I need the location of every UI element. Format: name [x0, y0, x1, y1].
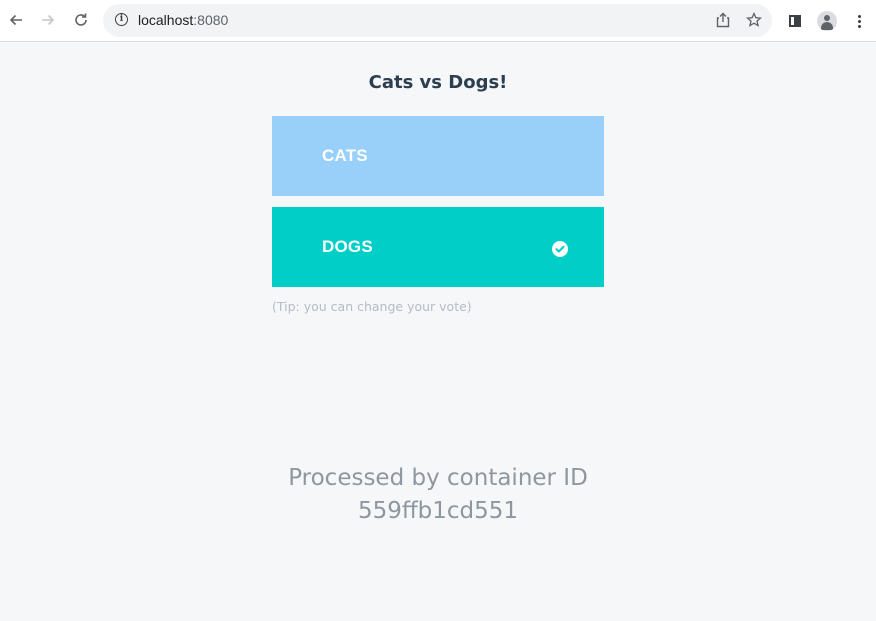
- reload-icon: [75, 13, 87, 26]
- kebab-menu-icon[interactable]: [848, 10, 870, 32]
- forward-button[interactable]: [37, 9, 59, 31]
- vote-cats-button[interactable]: CATS: [272, 116, 604, 196]
- check-circle-icon: [552, 241, 568, 257]
- avatar-icon[interactable]: [816, 10, 838, 32]
- container-id: 559ffb1cd551: [357, 498, 519, 524]
- vote-cats-label: CATS: [322, 146, 368, 165]
- container-info: Processed by container ID 559ffb1cd551: [0, 462, 876, 528]
- address-bar[interactable]: i localhost:8080: [103, 4, 772, 37]
- share-icon[interactable]: [713, 10, 733, 30]
- container-label: Processed by container ID: [288, 465, 588, 491]
- vote-dogs-label: DOGS: [322, 237, 373, 256]
- url-text[interactable]: localhost:8080: [138, 12, 228, 28]
- vote-tip: (Tip: you can change your vote): [272, 299, 472, 314]
- star-icon[interactable]: [744, 10, 764, 30]
- back-button[interactable]: [5, 9, 27, 31]
- vote-dogs-button[interactable]: DOGS: [272, 207, 604, 287]
- arrow-left-icon: [9, 14, 22, 26]
- side-panel-icon[interactable]: [784, 10, 806, 32]
- browser-toolbar: i localhost:8080: [0, 0, 876, 42]
- url-host: localhost: [138, 12, 194, 28]
- arrow-right-icon: [42, 14, 55, 26]
- info-icon[interactable]: i: [115, 13, 128, 26]
- reload-button[interactable]: [70, 9, 92, 31]
- page-title: Cats vs Dogs!: [368, 72, 508, 93]
- url-port: :8080: [193, 12, 229, 28]
